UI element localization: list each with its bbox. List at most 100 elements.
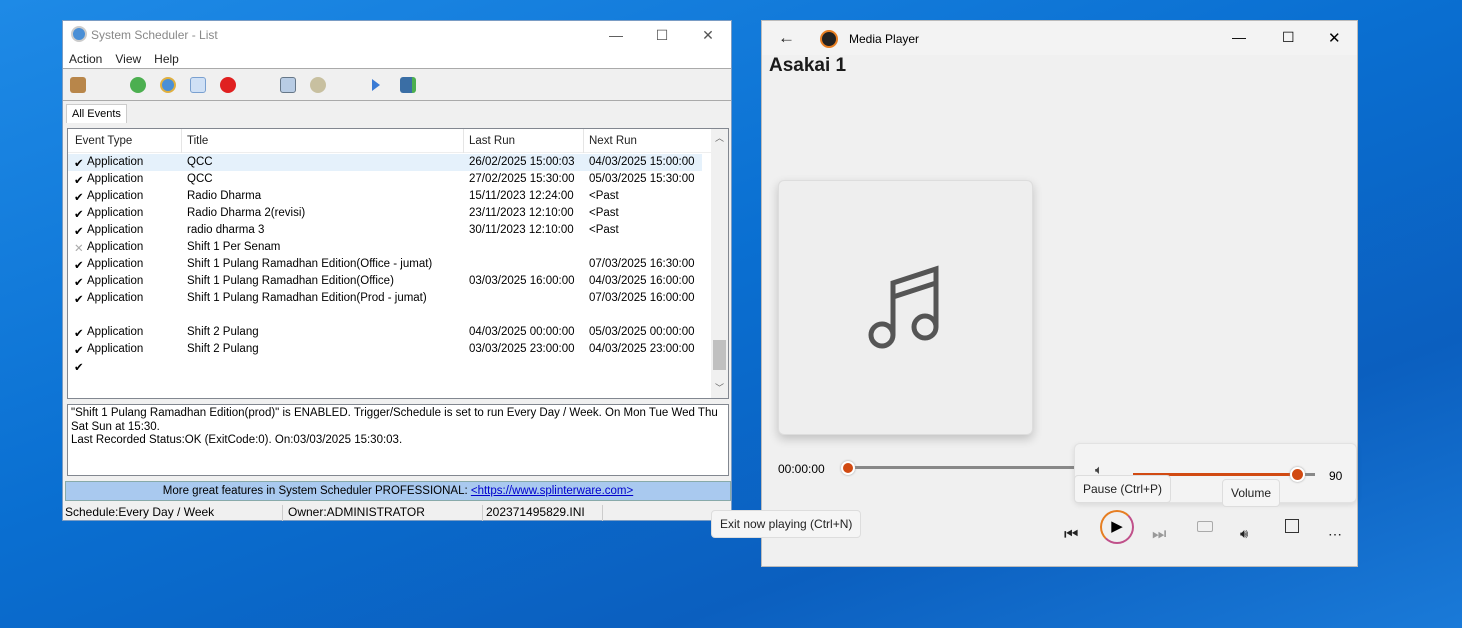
next-run: 04/03/2025 15:00:00 <box>589 156 695 168</box>
table-row[interactable]: ✔ Application Shift 1 Pulang Ramadhan Edit… <box>68 290 702 307</box>
column-event-type[interactable]: Event Type <box>75 135 132 147</box>
next-run: 04/03/2025 16:00:00 <box>589 275 695 287</box>
save-list-icon[interactable] <box>280 77 296 93</box>
add-event-icon[interactable] <box>130 77 146 93</box>
next-run: 05/03/2025 00:00:00 <box>589 326 695 338</box>
next-run: <Past <box>589 190 619 202</box>
table-row[interactable]: ✔ Application Shift 1 Pulang Ramadhan Edit… <box>68 273 702 290</box>
exit-icon[interactable] <box>70 77 86 93</box>
status-file: 202371495829.INI <box>483 505 603 521</box>
table-row[interactable]: ✕ Application Shift 1 Per Senam <box>68 239 702 256</box>
minimize-button[interactable]: — <box>1232 29 1246 45</box>
table-row[interactable]: ✔ Application Shift 2 Pulang 03/03/2025 23:… <box>68 341 702 358</box>
event-type: Application <box>87 275 144 287</box>
event-title: QCC <box>187 173 213 185</box>
column-last-run[interactable]: Last Run <box>469 135 515 147</box>
event-type: Application <box>87 173 144 185</box>
volume-tooltip: Volume <box>1222 479 1281 507</box>
status-icon: ✔ <box>74 277 84 289</box>
last-run: 03/03/2025 16:00:00 <box>469 275 575 287</box>
table-row[interactable]: ✔ <box>68 358 702 375</box>
event-type: Application <box>87 207 144 219</box>
track-title: Asakai 1 <box>769 55 847 76</box>
volume-value: 90 <box>1329 469 1343 483</box>
maximize-button[interactable]: ☐ <box>1282 29 1295 46</box>
settings-icon[interactable] <box>310 77 326 93</box>
maximize-button[interactable]: ☐ <box>647 25 677 45</box>
next-run: 04/03/2025 23:00:00 <box>589 343 695 355</box>
vertical-scrollbar[interactable]: ︿ ﹀ <box>711 129 728 398</box>
volume-thumb[interactable] <box>1289 467 1305 482</box>
column-next-run[interactable]: Next Run <box>589 135 637 147</box>
last-run: 27/02/2025 15:30:00 <box>469 173 575 185</box>
table-row[interactable]: ✔ Application QCC 27/02/2025 15:30:00 05/03/… <box>68 171 702 188</box>
event-type: Application <box>87 241 144 253</box>
status-icon: ✔ <box>74 345 84 357</box>
menu-help[interactable]: Help <box>154 49 186 68</box>
last-run: 23/11/2023 12:10:00 <box>469 207 574 219</box>
previous-icon[interactable]: ⏮︎ <box>1064 526 1078 544</box>
clock-icon <box>71 26 87 42</box>
more-options-icon[interactable]: ⋯ <box>1328 526 1342 543</box>
export-icon[interactable] <box>400 77 416 93</box>
table-row[interactable]: ✔ Application Shift 1 Pulang Ramadhan Edit… <box>68 256 702 273</box>
event-type: Application <box>87 258 144 270</box>
event-type: Application <box>87 156 144 168</box>
scroll-thumb[interactable] <box>713 340 726 370</box>
event-title: Shift 1 Pulang Ramadhan Edition(Office) <box>187 275 394 287</box>
current-time: 00:00:00 <box>778 462 825 476</box>
status-icon: ✔ <box>74 328 84 340</box>
status-icon: ✔ <box>74 294 84 306</box>
album-art <box>778 180 1033 435</box>
music-note-icon <box>868 265 939 349</box>
seek-bar[interactable] <box>852 466 1082 469</box>
close-button[interactable]: ✕ <box>1328 29 1341 47</box>
menu-view[interactable]: View <box>115 49 148 68</box>
volume-icon[interactable]: 🔊︎ <box>1240 526 1248 542</box>
tab-all-events[interactable]: All Events <box>66 104 127 123</box>
exit-now-playing-tooltip: Exit now playing (Ctrl+N) <box>711 510 862 538</box>
table-row[interactable]: ✔ Application Radio Dharma 2(revisi) 23/11/… <box>68 205 702 222</box>
play-button[interactable]: ▶ <box>1100 510 1134 544</box>
run-icon[interactable] <box>372 79 380 91</box>
last-run: 30/11/2023 12:10:00 <box>469 224 574 236</box>
description-line: Last Recorded Status:OK (ExitCode:0). On… <box>71 434 403 446</box>
next-icon[interactable]: ⏭︎ <box>1152 526 1166 544</box>
scroll-down-arrow[interactable]: ﹀ <box>715 381 724 394</box>
table-row[interactable]: ✔ Application Radio Dharma 15/11/2023 12:24… <box>68 188 702 205</box>
seek-thumb[interactable] <box>841 461 855 475</box>
scroll-up-arrow[interactable]: ︿ <box>715 131 724 144</box>
status-owner: Owner:ADMINISTRATOR <box>283 505 483 521</box>
back-arrow-icon[interactable]: ← <box>778 28 795 48</box>
status-icon: ✔ <box>74 226 84 238</box>
miniplayer-icon[interactable] <box>1285 519 1299 533</box>
delete-event-icon[interactable] <box>220 77 236 93</box>
status-icon: ✔ <box>74 362 84 374</box>
table-row[interactable]: ✔ Application Shift 2 Pulang 04/03/2025 00:… <box>68 324 702 341</box>
menu-action[interactable]: Action <box>69 49 109 68</box>
promo-text: More great features in System Scheduler … <box>162 485 471 497</box>
column-title[interactable]: Title <box>187 135 208 147</box>
copy-event-icon[interactable] <box>190 77 206 93</box>
minimize-button[interactable]: — <box>601 25 631 45</box>
close-button[interactable]: ✕ <box>693 25 723 45</box>
status-schedule: Schedule:Every Day / Week <box>63 505 283 521</box>
table-row[interactable]: ✔ Application radio dharma 3 30/11/2023 12:… <box>68 222 702 239</box>
status-icon: ✔ <box>74 192 84 204</box>
event-type: Application <box>87 190 144 202</box>
promo-link[interactable]: <https://www.splinterware.com> <box>471 485 633 497</box>
event-title: QCC <box>187 156 213 168</box>
status-icon: ✔ <box>74 209 84 221</box>
table-row[interactable]: ✔ Application QCC 26/02/2025 15:00:03 04/03/… <box>68 154 702 171</box>
event-title: Shift 1 Pulang Ramadhan Edition(Office -… <box>187 258 433 270</box>
event-title: Shift 1 Pulang Ramadhan Edition(Prod - j… <box>187 292 427 304</box>
status-icon: ✔ <box>74 175 84 187</box>
list-header: Event Type Title Last Run Next Run <box>68 129 728 153</box>
table-row[interactable] <box>68 307 702 324</box>
edit-event-icon[interactable] <box>160 77 176 93</box>
last-run: 15/11/2023 12:24:00 <box>469 190 574 202</box>
description-line: "Shift 1 Pulang Ramadhan Edition(prod)" … <box>71 407 718 433</box>
next-run: 07/03/2025 16:30:00 <box>589 258 695 270</box>
captions-icon[interactable] <box>1197 521 1213 532</box>
last-run: 04/03/2025 00:00:00 <box>469 326 575 338</box>
